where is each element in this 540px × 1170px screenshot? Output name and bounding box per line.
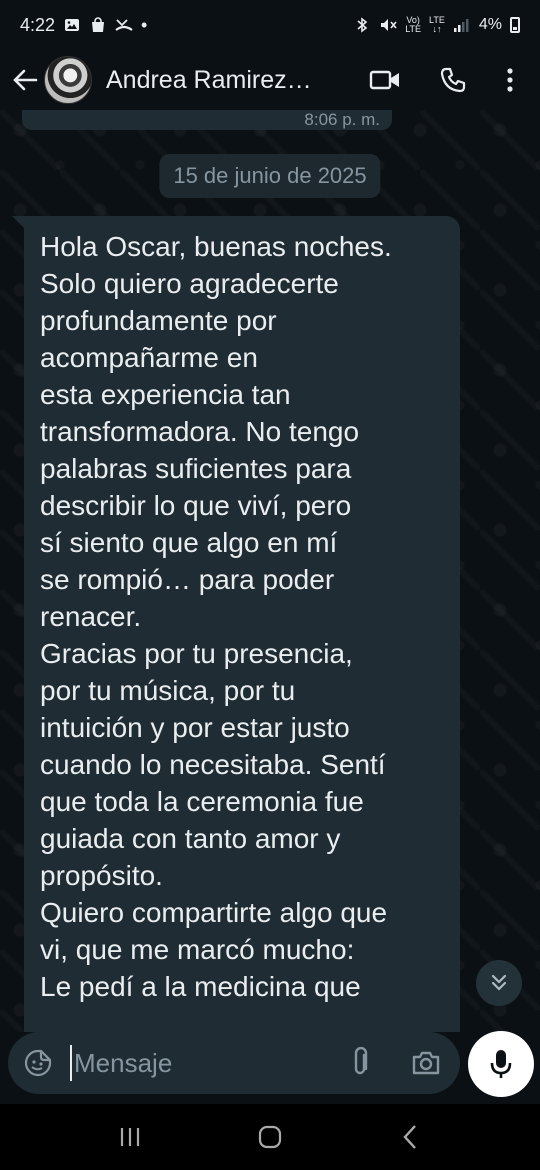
back-nav-button[interactable] — [380, 1112, 440, 1162]
status-left: 4:22 • — [20, 15, 147, 36]
battery-percent: 4% — [478, 16, 502, 33]
home-icon — [258, 1125, 282, 1149]
missed-call-icon — [115, 16, 133, 34]
message-input[interactable] — [74, 1047, 324, 1079]
status-time: 4:22 — [20, 14, 56, 35]
home-button[interactable] — [240, 1112, 300, 1162]
recent-apps-button[interactable] — [100, 1112, 160, 1162]
sticker-icon — [24, 1049, 52, 1077]
status-right: Vo) LTE LTE ↓↑ 4% — [353, 16, 520, 34]
shopping-bag-icon — [89, 16, 107, 34]
gallery-icon — [63, 16, 81, 34]
phone-icon — [440, 67, 466, 93]
status-dot: • — [141, 14, 148, 35]
scroll-to-bottom-button[interactable] — [476, 960, 522, 1006]
chat-area[interactable]: 8:06 p. m. 15 de junio de 2025 Hola Osca… — [0, 110, 540, 1032]
video-call-button[interactable] — [354, 56, 416, 104]
double-chevron-down-icon — [491, 974, 507, 991]
back-button[interactable] — [10, 60, 40, 100]
message-input-pill — [8, 1032, 460, 1094]
mute-icon — [379, 16, 397, 34]
status-bar: 4:22 • Vo) LTE LTE ↓↑ 4% — [0, 0, 540, 50]
contact-name[interactable]: Andrea Ramirez… — [106, 66, 342, 95]
voice-message-button[interactable] — [468, 1031, 534, 1097]
previous-message-time: 8:06 p. m. — [304, 110, 380, 129]
back-chevron-icon — [403, 1125, 416, 1149]
volte-indicator: Vo) LTE — [405, 15, 422, 34]
paperclip-icon — [354, 1047, 368, 1075]
header-actions — [354, 56, 530, 104]
message-text: Hola Oscar, buenas noches. Solo quiero a… — [40, 231, 392, 1002]
avatar[interactable] — [44, 56, 92, 104]
attach-button[interactable] — [340, 1043, 380, 1083]
sticker-button[interactable] — [22, 1047, 54, 1079]
more-options-button[interactable] — [490, 56, 530, 104]
incoming-message-bubble[interactable]: Hola Oscar, buenas noches. Solo quiero a… — [24, 216, 460, 1032]
signal-icon — [453, 16, 471, 34]
back-arrow-icon — [13, 69, 38, 91]
camera-button[interactable] — [406, 1043, 446, 1083]
chat-header: Andrea Ramirez… — [0, 50, 540, 110]
microphone-icon — [490, 1050, 512, 1078]
voice-call-button[interactable] — [422, 56, 484, 104]
system-nav-bar — [0, 1104, 540, 1170]
camera-icon — [412, 1051, 440, 1075]
bluetooth-icon — [353, 16, 371, 34]
lte-indicator: LTE ↓↑ — [429, 15, 445, 34]
recent-apps-icon — [120, 1128, 140, 1146]
composer — [0, 1031, 540, 1104]
text-cursor — [70, 1045, 72, 1081]
more-options-icon — [507, 68, 513, 92]
battery-icon — [510, 17, 520, 33]
previous-message-bubble[interactable]: 8:06 p. m. — [22, 110, 392, 130]
video-call-icon — [369, 70, 399, 90]
date-divider: 15 de junio de 2025 — [159, 154, 381, 198]
